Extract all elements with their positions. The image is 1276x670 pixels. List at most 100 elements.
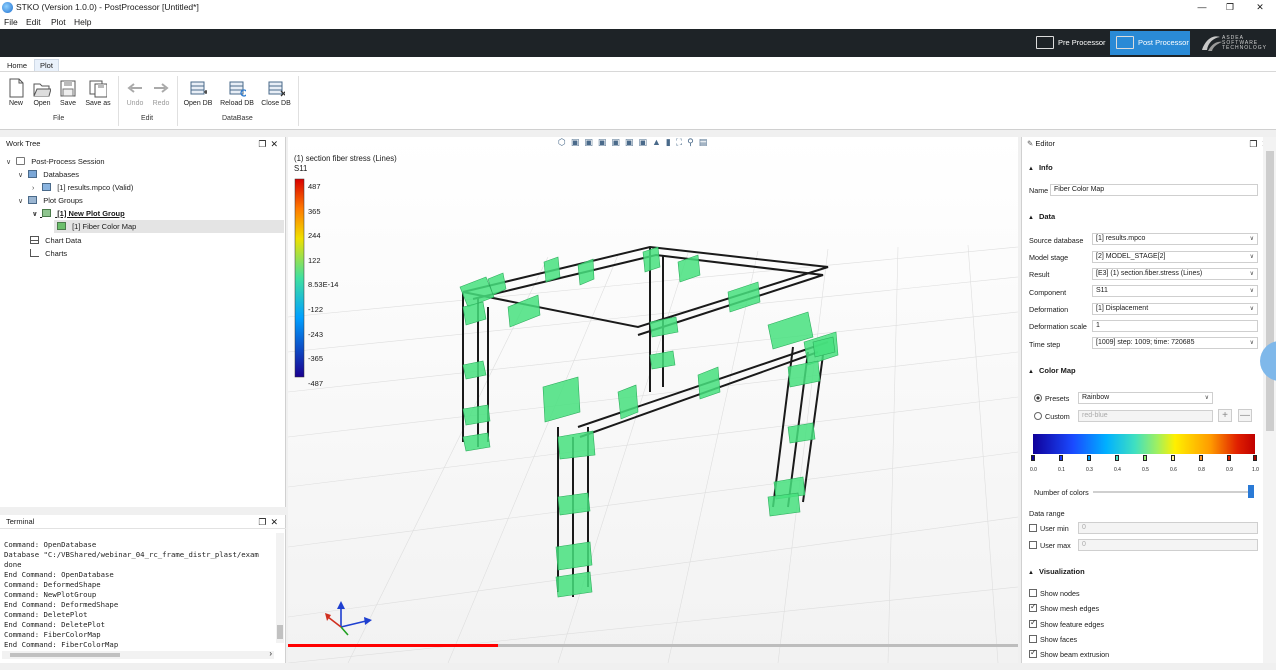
menu-edit[interactable]: Edit	[26, 17, 41, 27]
reload-db-button[interactable]: Reload DB	[219, 78, 255, 107]
color-stop-handles[interactable]	[1031, 455, 1257, 463]
section-data[interactable]: Data	[1028, 212, 1055, 221]
chevron-down-icon: ∨	[1204, 395, 1209, 401]
number-of-colors-slider[interactable]	[1093, 485, 1254, 498]
float-icon[interactable]: ❐	[258, 139, 270, 149]
editor-scrollbar[interactable]	[1263, 137, 1276, 663]
section-info[interactable]: Info	[1028, 163, 1053, 172]
tree-item-results-mpco[interactable]: › [1] results.mpco (Valid)	[32, 181, 133, 194]
zoom-icon[interactable]: ⚲	[687, 137, 699, 147]
show-feature-edges-checkbox[interactable]: Show feature edges	[1029, 618, 1104, 629]
user-min-checkbox[interactable]: User min	[1029, 524, 1069, 533]
color-stop-handle[interactable]	[1171, 455, 1175, 461]
scrollbar-thumb[interactable]	[1266, 151, 1274, 431]
3d-viewport[interactable]: ⬡▣▣▣▣▣▣▲▮⛶⚲▤ (1) section fiber stress (L…	[288, 137, 1018, 663]
result-select[interactable]: [E3] (1) section.fiber.stress (Lines) ∨	[1092, 268, 1258, 280]
tree-item-fiber-color-map[interactable]: [1] Fiber Color Map	[54, 220, 284, 233]
show-mesh-edges-checkbox[interactable]: Show mesh edges	[1029, 602, 1099, 613]
post-processor-button[interactable]: Post Processor	[1110, 31, 1190, 55]
tree-item-databases[interactable]: ∨ Databases	[18, 168, 79, 181]
open-db-button[interactable]: Open DB	[183, 78, 213, 107]
close-icon[interactable]: ✕	[270, 139, 282, 149]
user-max-checkbox[interactable]: User max	[1029, 541, 1071, 550]
float-icon[interactable]: ❐	[258, 517, 270, 527]
tree-item-session[interactable]: ∨ Post-Process Session	[6, 155, 105, 168]
terminal-vertical-scrollbar[interactable]	[276, 533, 284, 643]
tab-home[interactable]: Home	[2, 60, 32, 71]
tree-item-plot-groups[interactable]: ∨ Plot Groups	[18, 194, 83, 207]
menu-help[interactable]: Help	[74, 17, 91, 27]
maximize-button[interactable]: ❐	[1214, 0, 1246, 15]
remove-icon[interactable]: —	[1238, 409, 1252, 422]
color-stop-handle[interactable]	[1115, 455, 1119, 461]
color-map-gradient[interactable]	[1033, 434, 1255, 454]
chevron-down-icon[interactable]: ∨	[32, 208, 40, 221]
save-as-button[interactable]: Save as	[83, 78, 113, 107]
view-left-icon[interactable]: ▣	[598, 137, 612, 147]
presets-radio[interactable]: Presets	[1034, 394, 1069, 403]
deformation-select[interactable]: [1] Displacement ∨	[1092, 303, 1258, 315]
slider-thumb[interactable]	[1248, 485, 1254, 498]
menu-plot[interactable]: Plot	[51, 17, 66, 27]
tree-item-charts[interactable]: Charts	[30, 247, 67, 260]
name-input[interactable]: Fiber Color Map	[1050, 184, 1258, 196]
field-label: Deformation	[1029, 305, 1069, 314]
color-stop-handle[interactable]	[1199, 455, 1203, 461]
scroll-right-icon[interactable]: ›	[269, 649, 272, 658]
close-db-button[interactable]: Close DB	[260, 78, 292, 107]
source-database-select[interactable]: [1] results.mpco ∨	[1092, 233, 1258, 245]
view-bottom-icon[interactable]: ▣	[638, 137, 652, 147]
section-visualization[interactable]: Visualization	[1028, 567, 1085, 576]
zoom-fit-icon[interactable]: ⛶	[676, 137, 687, 147]
perspective-icon[interactable]: ▲	[652, 137, 666, 147]
menu-file[interactable]: File	[4, 17, 18, 27]
view-back-icon[interactable]: ▣	[584, 137, 598, 147]
custom-input[interactable]: red-blue	[1078, 410, 1213, 422]
scrollbar-thumb[interactable]	[277, 625, 283, 639]
save-button[interactable]: Save	[53, 78, 83, 107]
legend-title: (1) section fiber stress (Lines)	[294, 154, 397, 163]
show-faces-checkbox[interactable]: Show faces	[1029, 635, 1077, 644]
screenshot-icon[interactable]: ▤	[699, 137, 713, 147]
tree-item-new-plot-group[interactable]: ∨ [1] New Plot Group	[32, 207, 125, 220]
presets-select[interactable]: Rainbow ∨	[1078, 392, 1213, 404]
show-nodes-checkbox[interactable]: Show nodes	[1029, 589, 1080, 598]
tab-plot[interactable]: Plot	[34, 59, 59, 71]
user-max-input[interactable]: 0	[1078, 539, 1258, 551]
chevron-down-icon[interactable]: ∨	[6, 156, 14, 169]
component-select[interactable]: S11 ∨	[1092, 285, 1258, 297]
section-color-map[interactable]: Color Map	[1028, 366, 1076, 375]
parallel-icon[interactable]: ▮	[666, 137, 676, 147]
view-iso-icon[interactable]: ⬡	[558, 137, 571, 147]
user-min-input[interactable]: 0	[1078, 522, 1258, 534]
color-stop-handle[interactable]	[1031, 455, 1035, 461]
close-icon[interactable]: ✕	[270, 517, 282, 527]
view-right-icon[interactable]: ▣	[611, 137, 625, 147]
terminal-horizontal-scrollbar[interactable]: ›	[2, 649, 274, 659]
color-map-icon	[57, 222, 66, 230]
redo-button[interactable]: Redo	[146, 78, 176, 107]
float-icon[interactable]: ❐	[1249, 139, 1261, 149]
add-icon[interactable]: +	[1218, 409, 1232, 422]
deformation-scale-input[interactable]: 1	[1092, 320, 1258, 332]
show-beam-extrusion-checkbox[interactable]: Show beam extrusion	[1029, 648, 1109, 659]
chevron-down-icon: ∨	[1249, 340, 1254, 346]
tree-item-chart-data[interactable]: Chart Data	[30, 234, 81, 247]
pre-processor-button[interactable]: Pre Processor	[1030, 31, 1108, 55]
color-stop-handle[interactable]	[1087, 455, 1091, 461]
chevron-down-icon[interactable]: ∨	[18, 195, 26, 208]
field-label: Deformation scale	[1029, 322, 1087, 331]
custom-radio[interactable]: Custom	[1034, 412, 1070, 421]
view-top-icon[interactable]: ▣	[625, 137, 639, 147]
color-stop-handle[interactable]	[1143, 455, 1147, 461]
view-front-icon[interactable]: ▣	[571, 137, 585, 147]
time-step-select[interactable]: [1009] step: 1009; time: 720685 ∨	[1092, 337, 1258, 349]
scrollbar-thumb[interactable]	[10, 653, 120, 657]
color-stop-handle[interactable]	[1253, 455, 1257, 461]
color-stop-handle[interactable]	[1227, 455, 1231, 461]
chevron-down-icon[interactable]: ∨	[18, 169, 26, 182]
color-stop-handle[interactable]	[1059, 455, 1063, 461]
terminal-output[interactable]: Command: OpenDatabase Database "C:/VBShar…	[4, 530, 274, 670]
model-stage-select[interactable]: [2] MODEL_STAGE[2] ∨	[1092, 251, 1258, 263]
close-window-button[interactable]: ✕	[1244, 0, 1276, 15]
